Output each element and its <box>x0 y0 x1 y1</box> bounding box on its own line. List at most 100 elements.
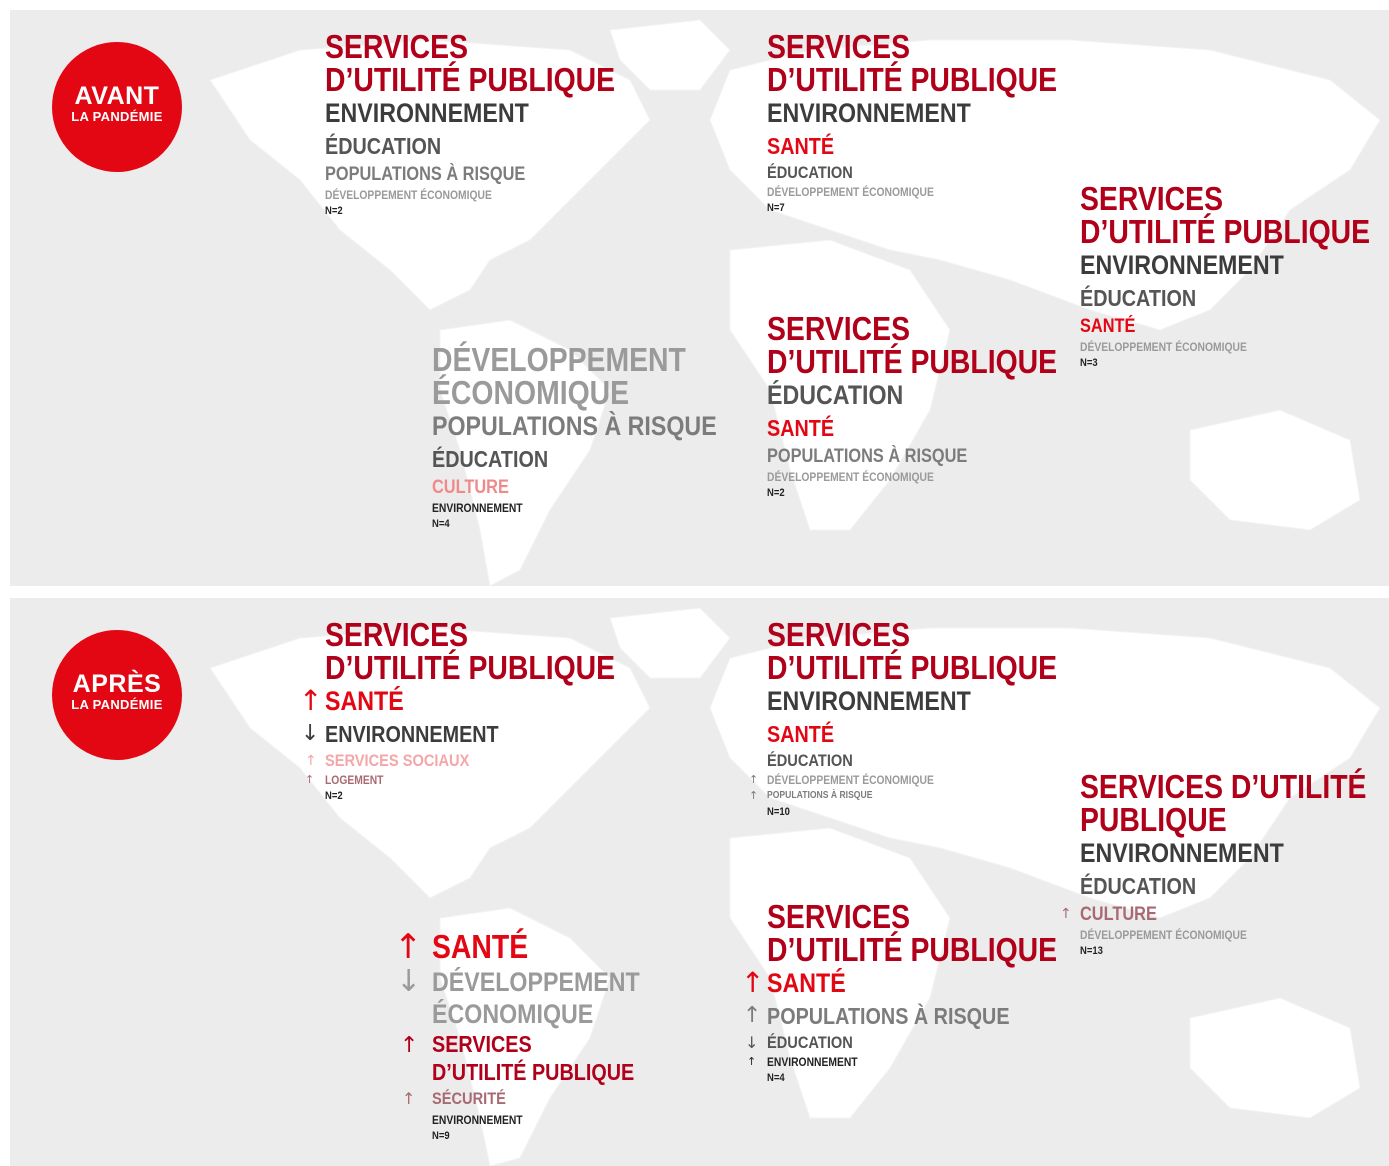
label-item: SANTÉ <box>432 928 529 965</box>
label-item: SERVICES <box>767 898 911 935</box>
badge-before-subtitle: LA PANDÉMIE <box>71 109 163 124</box>
count-label: N=9 <box>432 1130 450 1142</box>
count-label: N=4 <box>767 1072 785 1084</box>
before-asia: SERVICES D’UTILITÉ PUBLIQUE ENVIRONNEMEN… <box>1080 182 1389 371</box>
arrow-up-icon: ↑ <box>394 927 423 967</box>
label-item: ÉDUCATION <box>767 163 853 182</box>
row-sante: ↑ SANTÉ <box>394 928 674 966</box>
arrow-up-icon: ↑ <box>749 773 759 786</box>
label-item: PUBLIQUE <box>1080 801 1227 838</box>
label-item: ENVIRONNEMENT <box>325 721 499 747</box>
after-europe: SERVICES D’UTILITÉ PUBLIQUE ENVIRONNEMEN… <box>749 616 1104 820</box>
label-item: SERVICES <box>767 28 911 65</box>
label-item: D’UTILITÉ PUBLIQUE <box>1080 213 1371 250</box>
panel-after-pandemic: APRÈS LA PANDÉMIE SERVICES D’UTILITÉ PUB… <box>10 598 1389 1166</box>
label-item: ENVIRONNEMENT <box>767 686 971 716</box>
label-item: CULTURE <box>432 477 509 498</box>
label-item: DÉVELOPPEMENT ÉCONOMIQUE <box>767 185 934 199</box>
row-environnement: ↑ ENVIRONNEMENT <box>747 1054 1104 1070</box>
label-item: DÉVELOPPEMENT ÉCONOMIQUE <box>325 188 492 202</box>
label-item: ENVIRONNEMENT <box>432 501 523 515</box>
label-item: ÉCONOMIQUE <box>432 374 630 411</box>
before-africa: SERVICES D’UTILITÉ PUBLIQUE ÉDUCATION SA… <box>767 312 1104 501</box>
label-item: LOGEMENT <box>325 773 384 787</box>
after-africa: SERVICES D’UTILITÉ PUBLIQUE ↑ SANTÉ ↑ PO… <box>741 898 1104 1086</box>
count-label: N=13 <box>1080 945 1103 957</box>
badge-before: AVANT LA PANDÉMIE <box>52 42 182 172</box>
row-environnement: ↓ ENVIRONNEMENT <box>301 718 662 750</box>
label-item: POPULATIONS À RISQUE <box>432 411 717 441</box>
label-item: DÉVELOPPEMENT <box>432 967 640 997</box>
row-dev-eco: ↓ DÉVELOPPEMENT <box>396 966 674 998</box>
label-item: POPULATIONS À RISQUE <box>325 164 526 185</box>
count-label: N=7 <box>767 202 785 214</box>
before-south-america: DÉVELOPPEMENT ÉCONOMIQUE POPULATIONS À R… <box>432 343 763 532</box>
row-sante: ↑ SANTÉ <box>741 966 1104 1000</box>
label-item: SANTÉ <box>767 415 835 441</box>
label-item: D’UTILITÉ PUBLIQUE <box>767 649 1058 686</box>
label-item: ENVIRONNEMENT <box>1080 838 1284 868</box>
badge-after-title: APRÈS <box>72 670 162 698</box>
label-item: D’UTILITÉ PUBLIQUE <box>325 649 616 686</box>
arrow-down-icon: ↓ <box>301 721 320 746</box>
arrow-up-icon: ↑ <box>402 1089 416 1108</box>
label-item: ENVIRONNEMENT <box>432 1113 523 1127</box>
label-item: D’UTILITÉ PUBLIQUE <box>767 931 1058 968</box>
label-item: ENVIRONNEMENT <box>325 98 529 128</box>
arrow-up-icon: ↑ <box>749 789 759 802</box>
badge-before-title: AVANT <box>74 82 160 110</box>
arrow-up-icon: ↑ <box>400 1033 419 1058</box>
row-logement: ↑ LOGEMENT <box>305 772 662 788</box>
label-item: SERVICES <box>767 310 911 347</box>
label-item: SANTÉ <box>325 686 404 716</box>
label-item: ENVIRONNEMENT <box>1080 250 1284 280</box>
label-item: DÉVELOPPEMENT ÉCONOMIQUE <box>767 773 934 787</box>
label-item: ENVIRONNEMENT <box>767 98 971 128</box>
label-item: SANTÉ <box>767 721 835 747</box>
before-europe: SERVICES D’UTILITÉ PUBLIQUE ENVIRONNEMEN… <box>767 30 1104 216</box>
count-label: N=4 <box>432 518 450 530</box>
map-australia <box>1189 409 1361 531</box>
label-item: ÉDUCATION <box>325 133 442 159</box>
arrow-down-icon: ↓ <box>396 964 422 999</box>
row-services: ↑ SERVICES <box>400 1030 674 1058</box>
count-label: N=2 <box>767 487 785 499</box>
label-item: SERVICES <box>432 1031 532 1057</box>
label-item: ÉDUCATION <box>767 380 904 410</box>
label-item: SERVICES <box>1080 180 1224 217</box>
label-item: ENVIRONNEMENT <box>767 1055 858 1069</box>
after-south-america: ↑ SANTÉ ↓ DÉVELOPPEMENT ÉCONOMIQUE ↑ SER… <box>394 928 674 1144</box>
label-item: ÉDUCATION <box>1080 873 1197 899</box>
arrow-up-icon: ↑ <box>743 1003 762 1028</box>
label-item: POPULATIONS À RISQUE <box>767 790 873 801</box>
count-label: N=2 <box>325 790 343 802</box>
row-services-sociaux: ↑ SERVICES SOCIAUX <box>305 750 662 772</box>
label-item: D’UTILITÉ PUBLIQUE <box>325 61 616 98</box>
label-item: DÉVELOPPEMENT <box>432 341 686 378</box>
before-north-america: SERVICES D’UTILITÉ PUBLIQUE ENVIRONNEMEN… <box>325 30 662 219</box>
after-north-america: SERVICES D’UTILITÉ PUBLIQUE ↑ SANTÉ ↓ EN… <box>299 618 662 804</box>
label-item: SERVICES SOCIAUX <box>325 751 470 770</box>
label-item: D’UTILITÉ PUBLIQUE <box>432 1059 635 1085</box>
arrow-up-icon: ↑ <box>747 1055 757 1068</box>
label-item: ÉDUCATION <box>432 446 549 472</box>
label-item: SÉCURITÉ <box>432 1089 506 1108</box>
label-item: SERVICES <box>767 616 911 653</box>
row-dev-eco: ↑ DÉVELOPPEMENT ÉCONOMIQUE <box>749 772 1104 788</box>
label-item: POPULATIONS À RISQUE <box>767 1003 1010 1029</box>
label-item: POPULATIONS À RISQUE <box>767 446 968 467</box>
label-item: ÉDUCATION <box>1080 285 1197 311</box>
count-label: N=10 <box>767 806 790 818</box>
label-item: D’UTILITÉ PUBLIQUE <box>767 343 1058 380</box>
arrow-up-icon: ↑ <box>299 684 323 717</box>
label-item: SANTÉ <box>1080 316 1136 337</box>
row-education: ↓ ÉDUCATION <box>745 1032 1104 1054</box>
arrow-down-icon: ↓ <box>745 1033 759 1052</box>
map-australia <box>1189 997 1361 1119</box>
row-sante: ↑ SANTÉ <box>299 684 662 718</box>
label-item: SERVICES D’UTILITÉ <box>1080 768 1367 805</box>
panel-before-pandemic: AVANT LA PANDÉMIE SERVICES D’UTILITÉ PUB… <box>10 10 1389 586</box>
badge-after-subtitle: LA PANDÉMIE <box>71 697 163 712</box>
label-item: DÉVELOPPEMENT ÉCONOMIQUE <box>1080 928 1247 942</box>
label-item: SANTÉ <box>767 968 846 998</box>
